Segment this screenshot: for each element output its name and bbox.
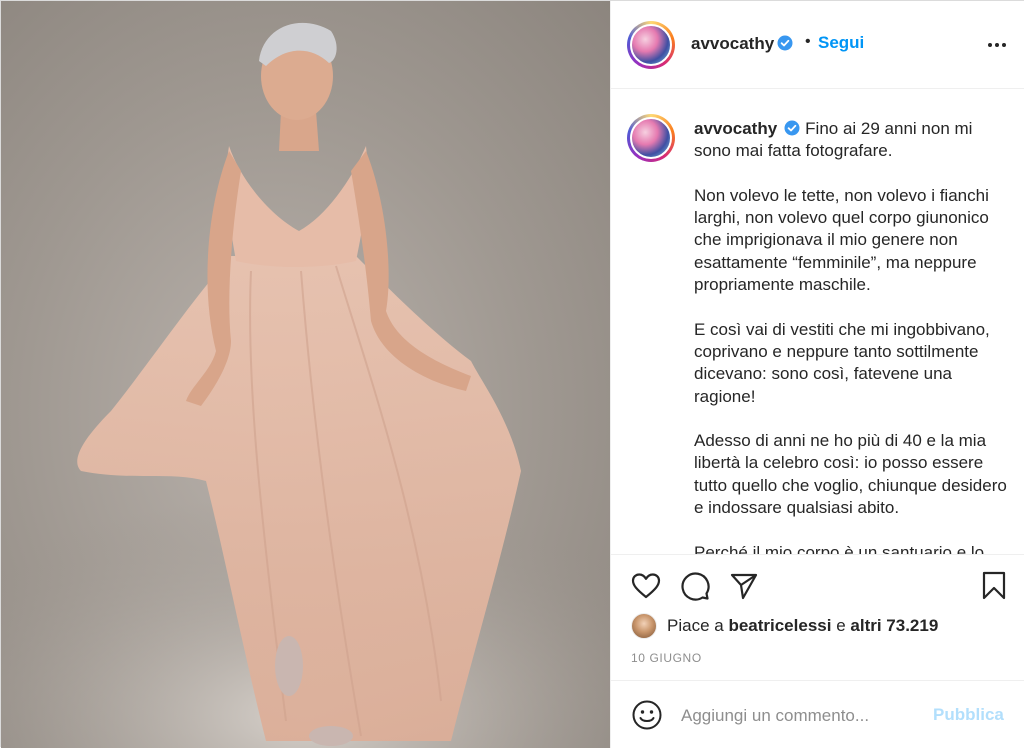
likes-summary: Piace a beatricelessi e altri 73.219 (631, 611, 938, 641)
likes-prefix: Piace a (667, 616, 724, 635)
publish-button[interactable]: Pubblica (933, 705, 1004, 725)
post-header: avvocathy • Segui (611, 1, 1024, 89)
post-photo[interactable] (1, 1, 610, 748)
caption-author-avatar-image (630, 117, 672, 159)
post-side-panel: avvocathy • Segui avvocathy Fino ai 29 an… (610, 1, 1024, 748)
add-comment-bar: Pubblica (611, 680, 1024, 748)
photo-illustration (1, 22, 610, 748)
author-avatar-image (630, 24, 672, 66)
author-username[interactable]: avvocathy (691, 34, 774, 53)
likes-middle: e (836, 616, 846, 635)
post-dialog: avvocathy • Segui avvocathy Fino ai 29 an… (0, 0, 1024, 748)
caption-username[interactable]: avvocathy (694, 119, 777, 138)
paper-plane-icon[interactable] (729, 571, 759, 601)
author-avatar[interactable] (627, 21, 675, 69)
liker-avatar[interactable] (631, 613, 657, 639)
caption-paragraph-5: Perché il mio corpo è un santuario e lo (694, 542, 985, 554)
caption-verified-badge-icon (784, 120, 800, 136)
likes-others-count[interactable]: altri 73.219 (850, 616, 938, 636)
caption-paragraph-2: Non volevo le tette, non volevo i fianch… (694, 185, 989, 295)
liker-username[interactable]: beatricelessi (728, 616, 831, 636)
post-date[interactable]: 10 GIUGNO (631, 651, 702, 665)
heart-icon[interactable] (631, 571, 661, 601)
caption-paragraph-4: Adesso di anni ne ho più di 40 e la mia … (694, 431, 1007, 518)
caption-author-avatar[interactable] (627, 114, 675, 162)
more-options-icon[interactable] (985, 35, 1009, 55)
comment-icon[interactable] (680, 571, 710, 601)
author-name-block: avvocathy (691, 34, 793, 54)
caption-paragraph-1: avvocathy Fino ai 29 anni non mi sono mai… (694, 118, 1014, 163)
separator-dot: • (805, 33, 811, 50)
comment-input[interactable] (681, 703, 921, 729)
follow-button[interactable]: Segui (818, 33, 864, 53)
verified-badge-icon (777, 35, 793, 51)
bookmark-icon[interactable] (979, 570, 1009, 600)
post-caption: avvocathy Fino ai 29 anni non mi sono mai… (694, 118, 1014, 554)
comments-area[interactable]: avvocathy Fino ai 29 anni non mi sono mai… (611, 90, 1024, 554)
post-actions: Piace a beatricelessi e altri 73.219 10 … (611, 554, 1024, 680)
emoji-icon[interactable] (631, 699, 663, 731)
caption-paragraph-3: E così vai di vestiti che mi ingobbivano… (694, 319, 990, 406)
